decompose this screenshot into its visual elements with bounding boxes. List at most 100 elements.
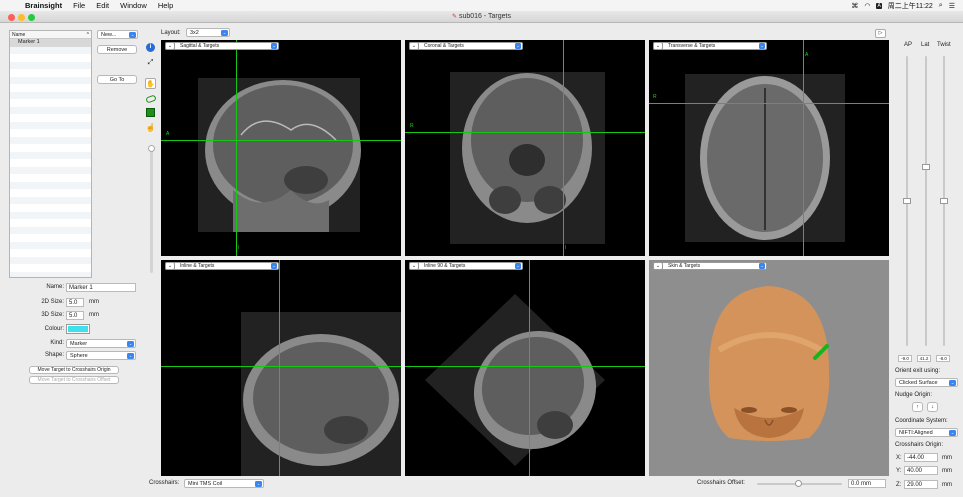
coil-icon[interactable] [144, 93, 157, 104]
wifi-icon[interactable]: ◠ [864, 2, 870, 10]
cube-icon[interactable] [145, 107, 156, 118]
ap-slider-knob[interactable] [903, 198, 911, 204]
view-select[interactable]: ⌄ Inline & Targets ⌄ [165, 262, 279, 270]
orient-select[interactable]: Clicked Surface ⌄ [895, 378, 958, 387]
empty-row [10, 249, 91, 257]
layout-label: Layout: [161, 30, 181, 36]
twist-value[interactable]: -8.0 [936, 355, 950, 362]
nudge-up-button[interactable]: ↑ [912, 402, 923, 412]
coronal-image [450, 72, 605, 244]
chevron-down-icon[interactable]: ⌄ [409, 262, 419, 270]
z-unit: mm [942, 482, 952, 488]
name-label: Name: [46, 284, 64, 290]
extension-icon[interactable]: ⌘ [851, 2, 858, 10]
search-icon[interactable]: ⌕ [939, 2, 943, 10]
menu-edit[interactable]: Edit [96, 1, 109, 10]
crosshair-vertical [529, 260, 530, 476]
play-icon[interactable]: ▷ [875, 29, 886, 38]
brightness-slider-knob[interactable] [148, 145, 155, 152]
inline-image [241, 312, 401, 476]
menu-window[interactable]: Window [120, 1, 147, 10]
size2d-unit: mm [89, 299, 99, 305]
menu-icon[interactable]: ☰ [949, 2, 955, 10]
view-select[interactable]: ⌄ Skin & Targets ⌄ [653, 262, 767, 270]
orientation-letter: I [238, 245, 240, 251]
crosshair-horizontal [405, 366, 645, 367]
chevron-down-icon[interactable]: ⌄ [165, 262, 175, 270]
empty-row [10, 256, 91, 264]
lat-value[interactable]: 41.2 [917, 355, 931, 362]
y-field[interactable]: 40.00 [904, 466, 938, 475]
view-select[interactable]: ⌄ Transverse & Targets ⌄ [653, 42, 767, 50]
move-to-offset-button[interactable]: Move Target to Crosshairs Offset [29, 376, 119, 384]
view-sagittal[interactable]: A I ⌄ Sagittal & Targets ⌄ [161, 40, 401, 256]
target-list[interactable]: Name ^ Marker 1 [9, 30, 92, 278]
view-coronal[interactable]: R I ⌄ Coronal & Targets ⌄ [405, 40, 645, 256]
info-icon[interactable]: i [145, 42, 156, 53]
offset-field[interactable]: 0.0 mm [848, 479, 886, 488]
expand-icon[interactable]: ⤢ [145, 57, 156, 68]
empty-row [10, 226, 91, 234]
move-to-origin-button[interactable]: Move Target to Crosshairs Origin [29, 366, 119, 374]
chevron-down-icon[interactable]: ⌄ [653, 42, 663, 50]
empty-row [10, 69, 91, 77]
view-select[interactable]: ⌄ Coronal & Targets ⌄ [409, 42, 523, 50]
twist-slider-knob[interactable] [940, 198, 948, 204]
chevron-down-icon[interactable]: ⌄ [653, 262, 663, 270]
nudge-down-button[interactable]: ↓ [927, 402, 938, 412]
empty-row [10, 54, 91, 62]
shape-select[interactable]: Sphere ⌄ [66, 351, 136, 360]
brightness-slider[interactable] [148, 145, 155, 273]
menu-bar: Brainsight File Edit Window Help ⌘ ◠ A 周… [0, 0, 963, 11]
crosshairs-select[interactable]: Mini TMS Coil ⌄ [184, 479, 264, 488]
z-field[interactable]: 29.00 [904, 480, 938, 489]
view-skin[interactable]: ⌄ Skin & Targets ⌄ [649, 260, 889, 476]
ap-slider[interactable] [903, 56, 911, 346]
twist-label: Twist [937, 42, 951, 48]
chevron-down-icon: ⌄ [759, 263, 765, 269]
empty-row [10, 174, 91, 182]
pointer-icon[interactable]: ☝ [145, 122, 156, 133]
twist-slider[interactable] [940, 56, 948, 346]
offset-slider-knob[interactable] [795, 480, 802, 487]
lat-label: Lat [921, 42, 930, 48]
transverse-image [685, 74, 845, 242]
coord-select[interactable]: NIFTI:Aligned ⌄ [895, 428, 958, 437]
goto-button[interactable]: Go To [97, 75, 137, 84]
ap-value[interactable]: -9.0 [898, 355, 912, 362]
hand-icon[interactable]: ✋ [145, 78, 156, 89]
size2d-field[interactable]: 5.0 [66, 298, 84, 307]
layout-select[interactable]: 3x2 ⌄ [186, 28, 230, 37]
lat-slider-knob[interactable] [922, 164, 930, 170]
lat-slider[interactable] [922, 56, 930, 346]
remove-button[interactable]: Remove [97, 45, 137, 54]
x-field[interactable]: -44.00 [904, 453, 938, 462]
size3d-field[interactable]: 5.0 [66, 311, 84, 320]
view-transverse[interactable]: A R ⌄ Transverse & Targets ⌄ [649, 40, 889, 256]
input-source-indicator[interactable]: A [876, 2, 882, 9]
empty-row [10, 84, 91, 92]
kind-select[interactable]: Marker ⌄ [66, 339, 136, 348]
menu-app[interactable]: Brainsight [25, 1, 62, 10]
orientation-letter: I [565, 245, 567, 251]
view-select[interactable]: ⌄ Sagittal & Targets ⌄ [165, 42, 279, 50]
chevron-down-icon[interactable]: ⌄ [165, 42, 175, 50]
view-inline[interactable]: ⌄ Inline & Targets ⌄ [161, 260, 401, 476]
view-inline-90[interactable]: ⌄ Inline 90 & Targets ⌄ [405, 260, 645, 476]
menu-help[interactable]: Help [158, 1, 173, 10]
new-target-popup[interactable]: New... ⌄ [97, 30, 138, 39]
name-field[interactable]: Marker 1 [66, 283, 136, 292]
clock[interactable]: 周二上午11:22 [888, 1, 933, 11]
menu-file[interactable]: File [73, 1, 85, 10]
target-list-header[interactable]: Name ^ [10, 31, 91, 39]
inline-90-image [425, 294, 605, 466]
empty-row [10, 136, 91, 144]
chevron-down-icon: ⌄ [515, 43, 521, 49]
chevron-down-icon[interactable]: ⌄ [409, 42, 419, 50]
colour-well[interactable] [66, 324, 90, 334]
chevron-down-icon: ⌄ [221, 30, 228, 36]
offset-slider[interactable] [757, 480, 842, 487]
list-item[interactable]: Marker 1 [10, 39, 91, 47]
view-select[interactable]: ⌄ Inline 90 & Targets ⌄ [409, 262, 523, 270]
chevron-down-icon: ⌄ [949, 430, 956, 436]
